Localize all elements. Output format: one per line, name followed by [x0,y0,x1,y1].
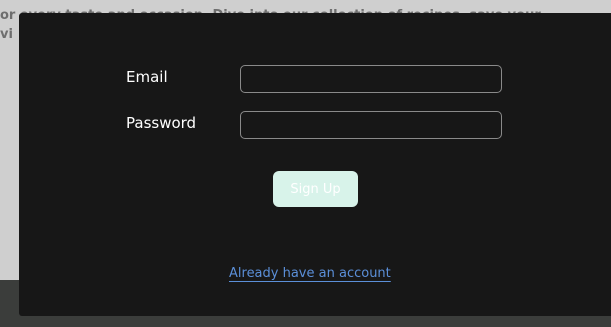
email-field[interactable] [240,65,502,93]
password-label: Password [126,114,197,132]
signup-modal: Email Password Sign Up Already have an a… [19,13,611,316]
already-have-account-link[interactable]: Already have an account [229,266,391,281]
password-field[interactable] [240,111,502,139]
sign-up-button[interactable]: Sign Up [273,171,358,207]
email-label: Email [126,68,168,86]
